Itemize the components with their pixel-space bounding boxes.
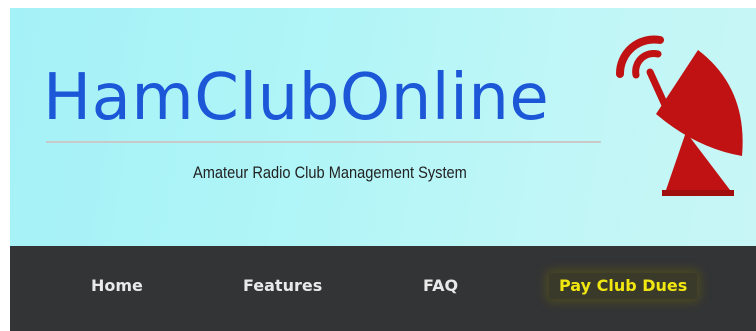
nav-item-pay-club-dues[interactable]: Pay Club Dues bbox=[549, 273, 698, 299]
logo-divider bbox=[46, 141, 601, 143]
nav-item-features[interactable]: Features bbox=[243, 273, 322, 299]
site-logo-text[interactable]: HamClubOnline bbox=[43, 66, 549, 130]
satellite-dish-icon bbox=[615, 35, 743, 196]
header-banner: HamClubOnline Amateur Radio Club Managem… bbox=[10, 8, 756, 246]
main-nav: Home Features FAQ Pay Club Dues bbox=[10, 246, 756, 331]
site-tagline: Amateur Radio Club Management System bbox=[193, 163, 467, 182]
nav-item-home[interactable]: Home bbox=[91, 273, 143, 299]
page: HamClubOnline Amateur Radio Club Managem… bbox=[0, 0, 756, 331]
nav-item-faq[interactable]: FAQ bbox=[423, 273, 458, 299]
